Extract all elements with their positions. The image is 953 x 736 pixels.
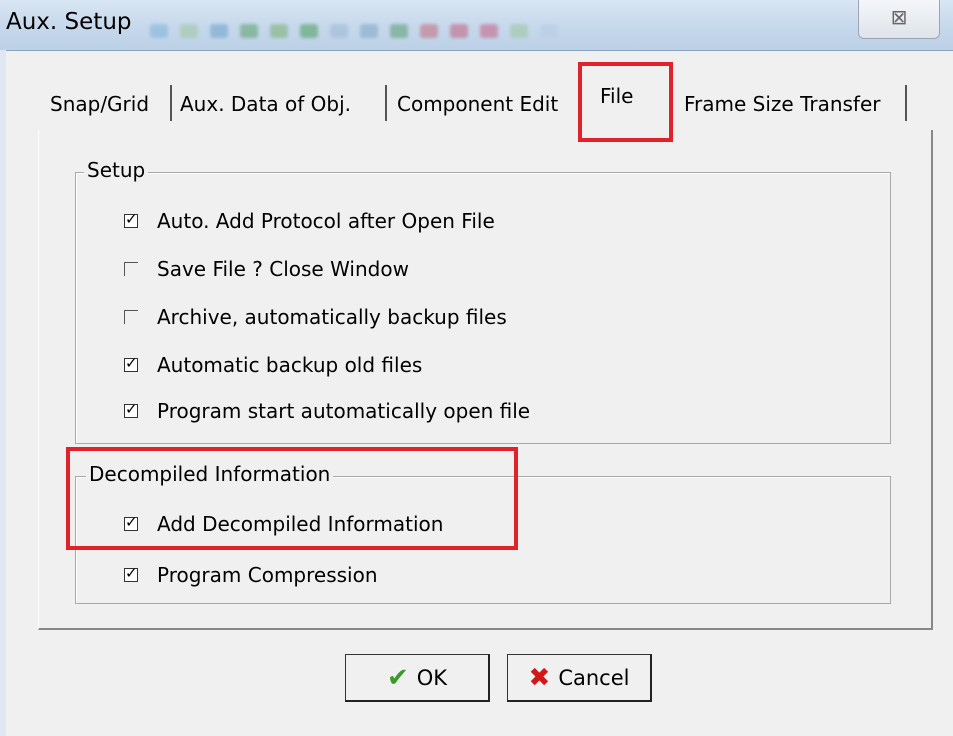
title-bar: Aux. Setup ⊠ (0, 0, 953, 51)
highlight-box (66, 447, 518, 550)
checkbox-save-file-close-window[interactable]: Save File ? Close Window (124, 257, 409, 281)
tab-separator (905, 85, 907, 121)
checkbox-checked-icon[interactable] (124, 213, 138, 228)
checkbox-unchecked-icon[interactable] (124, 262, 138, 276)
blurred-toolbar-icons (150, 20, 558, 42)
tab-aux-data[interactable]: Aux. Data of Obj. (180, 88, 351, 126)
checkbox-auto-add-protocol[interactable]: Auto. Add Protocol after Open File (124, 209, 495, 233)
checkbox-automatic-backup-old[interactable]: Automatic backup old files (124, 353, 422, 377)
tab-separator (170, 85, 172, 121)
window-left-edge (0, 50, 6, 736)
tab-snap-grid[interactable]: Snap/Grid (50, 88, 149, 126)
checkbox-unchecked-icon[interactable] (124, 310, 138, 324)
x-icon: ✖ (528, 662, 551, 693)
tab-frame-size-transfer[interactable]: Frame Size Transfer (684, 88, 881, 126)
close-button[interactable]: ⊠ (858, 0, 940, 39)
cancel-button[interactable]: ✖ Cancel (507, 654, 652, 702)
tab-file-label: File (600, 84, 634, 108)
checkbox-program-start-open[interactable]: Program start automatically open file (124, 399, 530, 423)
window-title: Aux. Setup (6, 9, 132, 35)
checkbox-checked-icon[interactable] (124, 567, 138, 582)
checkbox-archive-backup[interactable]: Archive, automatically backup files (124, 305, 507, 329)
setup-group-label: Setup (84, 158, 149, 182)
tab-component-edit[interactable]: Component Edit (397, 88, 558, 126)
checkbox-checked-icon[interactable] (124, 403, 138, 418)
checkbox-checked-icon[interactable] (124, 357, 138, 372)
close-icon: ⊠ (890, 5, 908, 29)
ok-button[interactable]: ✔ OK (345, 654, 490, 702)
checkbox-program-compression[interactable]: Program Compression (124, 563, 378, 587)
check-icon: ✔ (386, 662, 409, 693)
tab-separator (385, 85, 387, 121)
